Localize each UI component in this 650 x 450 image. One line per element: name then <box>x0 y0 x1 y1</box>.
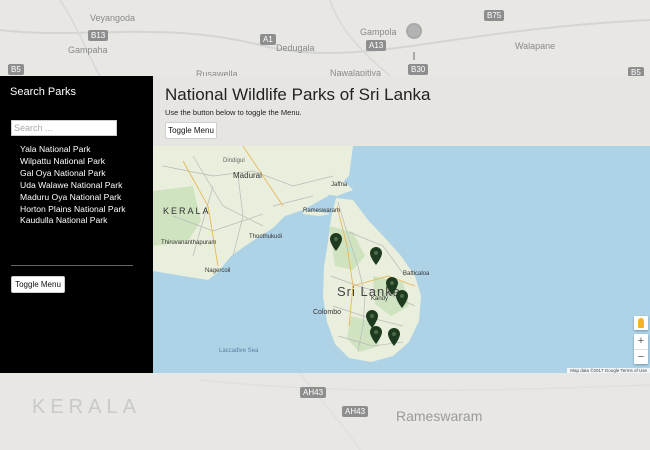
search-input[interactable] <box>11 120 117 136</box>
bg-label: Gampola <box>360 27 397 37</box>
route-shield: B30 <box>408 64 429 75</box>
map-attribution[interactable]: Map data ©2017 Google Terms of Use <box>567 368 650 373</box>
park-list-item[interactable]: Kaudulla National Park <box>20 215 126 227</box>
map[interactable]: KERALA Sri Lanka Madurai Dindigul Ramesw… <box>153 146 650 373</box>
park-list-item[interactable]: Gal Oya National Park <box>20 168 126 180</box>
bg-label: Gampaha <box>68 45 108 55</box>
bg-kerala-label: KERALA <box>32 396 141 418</box>
park-list-item[interactable]: Uda Walawe National Park <box>20 180 126 192</box>
zoom-control: + − <box>634 334 648 364</box>
highway-shield: AH43 <box>300 387 327 398</box>
park-marker[interactable] <box>396 290 408 308</box>
map-label-batticaloa: Batticaloa <box>403 271 430 277</box>
page-title: National Wildlife Parks of Sri Lanka <box>165 85 431 104</box>
park-list-item[interactable]: Yala National Park <box>20 144 126 156</box>
header: National Wildlife Parks of Sri Lanka Use… <box>153 76 650 146</box>
park-marker[interactable] <box>370 326 382 344</box>
map-label-rameswaram: Rameswaram <box>303 208 341 214</box>
zoom-in-button[interactable]: + <box>634 334 648 350</box>
map-label-laccadive-sea: Laccadive Sea <box>219 348 259 354</box>
sidebar-title: Search Parks <box>10 86 77 98</box>
map-label-kandy: Kandy <box>371 296 389 302</box>
park-list: Yala National Park Wilpattu National Par… <box>20 144 126 227</box>
route-shield: A1 <box>260 34 276 45</box>
street-view-pegman-icon[interactable] <box>634 316 648 330</box>
highway-shield: AH43 <box>342 406 369 417</box>
map-canvas[interactable] <box>153 146 650 373</box>
route-shield: A13 <box>366 40 387 51</box>
sidebar-toggle-menu-button[interactable]: Toggle Menu <box>11 276 65 293</box>
map-label-thoothukudi: Thoothukudi <box>249 234 283 240</box>
park-list-item[interactable]: Wilpattu National Park <box>20 156 126 168</box>
route-shield: B75 <box>484 10 505 21</box>
map-label-kerala: KERALA <box>163 206 211 216</box>
map-label-madurai: Madurai <box>233 171 262 180</box>
zoom-out-button[interactable]: − <box>634 350 648 365</box>
park-list-item[interactable]: Horton Plains National Park <box>20 204 126 216</box>
map-label-jaffna: Jaffna <box>331 182 348 188</box>
sidebar: Search Parks Yala National Park Wilpattu… <box>0 76 153 373</box>
bg-label: Veyangoda <box>90 13 136 23</box>
map-label-dindigul: Dindigul <box>223 158 245 164</box>
park-marker[interactable] <box>330 233 342 251</box>
route-shield: B13 <box>88 30 109 41</box>
bg-rameswaram-label: Rameswaram <box>396 408 483 424</box>
map-label-thiruvananthapuram: Thiruvananthapuram <box>161 240 217 246</box>
park-list-item[interactable]: Maduru Oya National Park <box>20 192 126 204</box>
map-label-nagercoil: Nagercoil <box>205 268 231 274</box>
map-label-colombo: Colombo <box>313 309 342 316</box>
sidebar-divider <box>11 265 133 266</box>
page-subtitle: Use the button below to toggle the Menu. <box>165 108 302 117</box>
bg-label: Walapane <box>515 41 556 51</box>
route-shield: B5 <box>8 64 24 75</box>
header-toggle-menu-button[interactable]: Toggle Menu <box>165 122 217 139</box>
park-marker[interactable] <box>370 247 382 265</box>
park-marker[interactable] <box>388 328 400 346</box>
bg-label: Dedugala <box>276 43 315 53</box>
